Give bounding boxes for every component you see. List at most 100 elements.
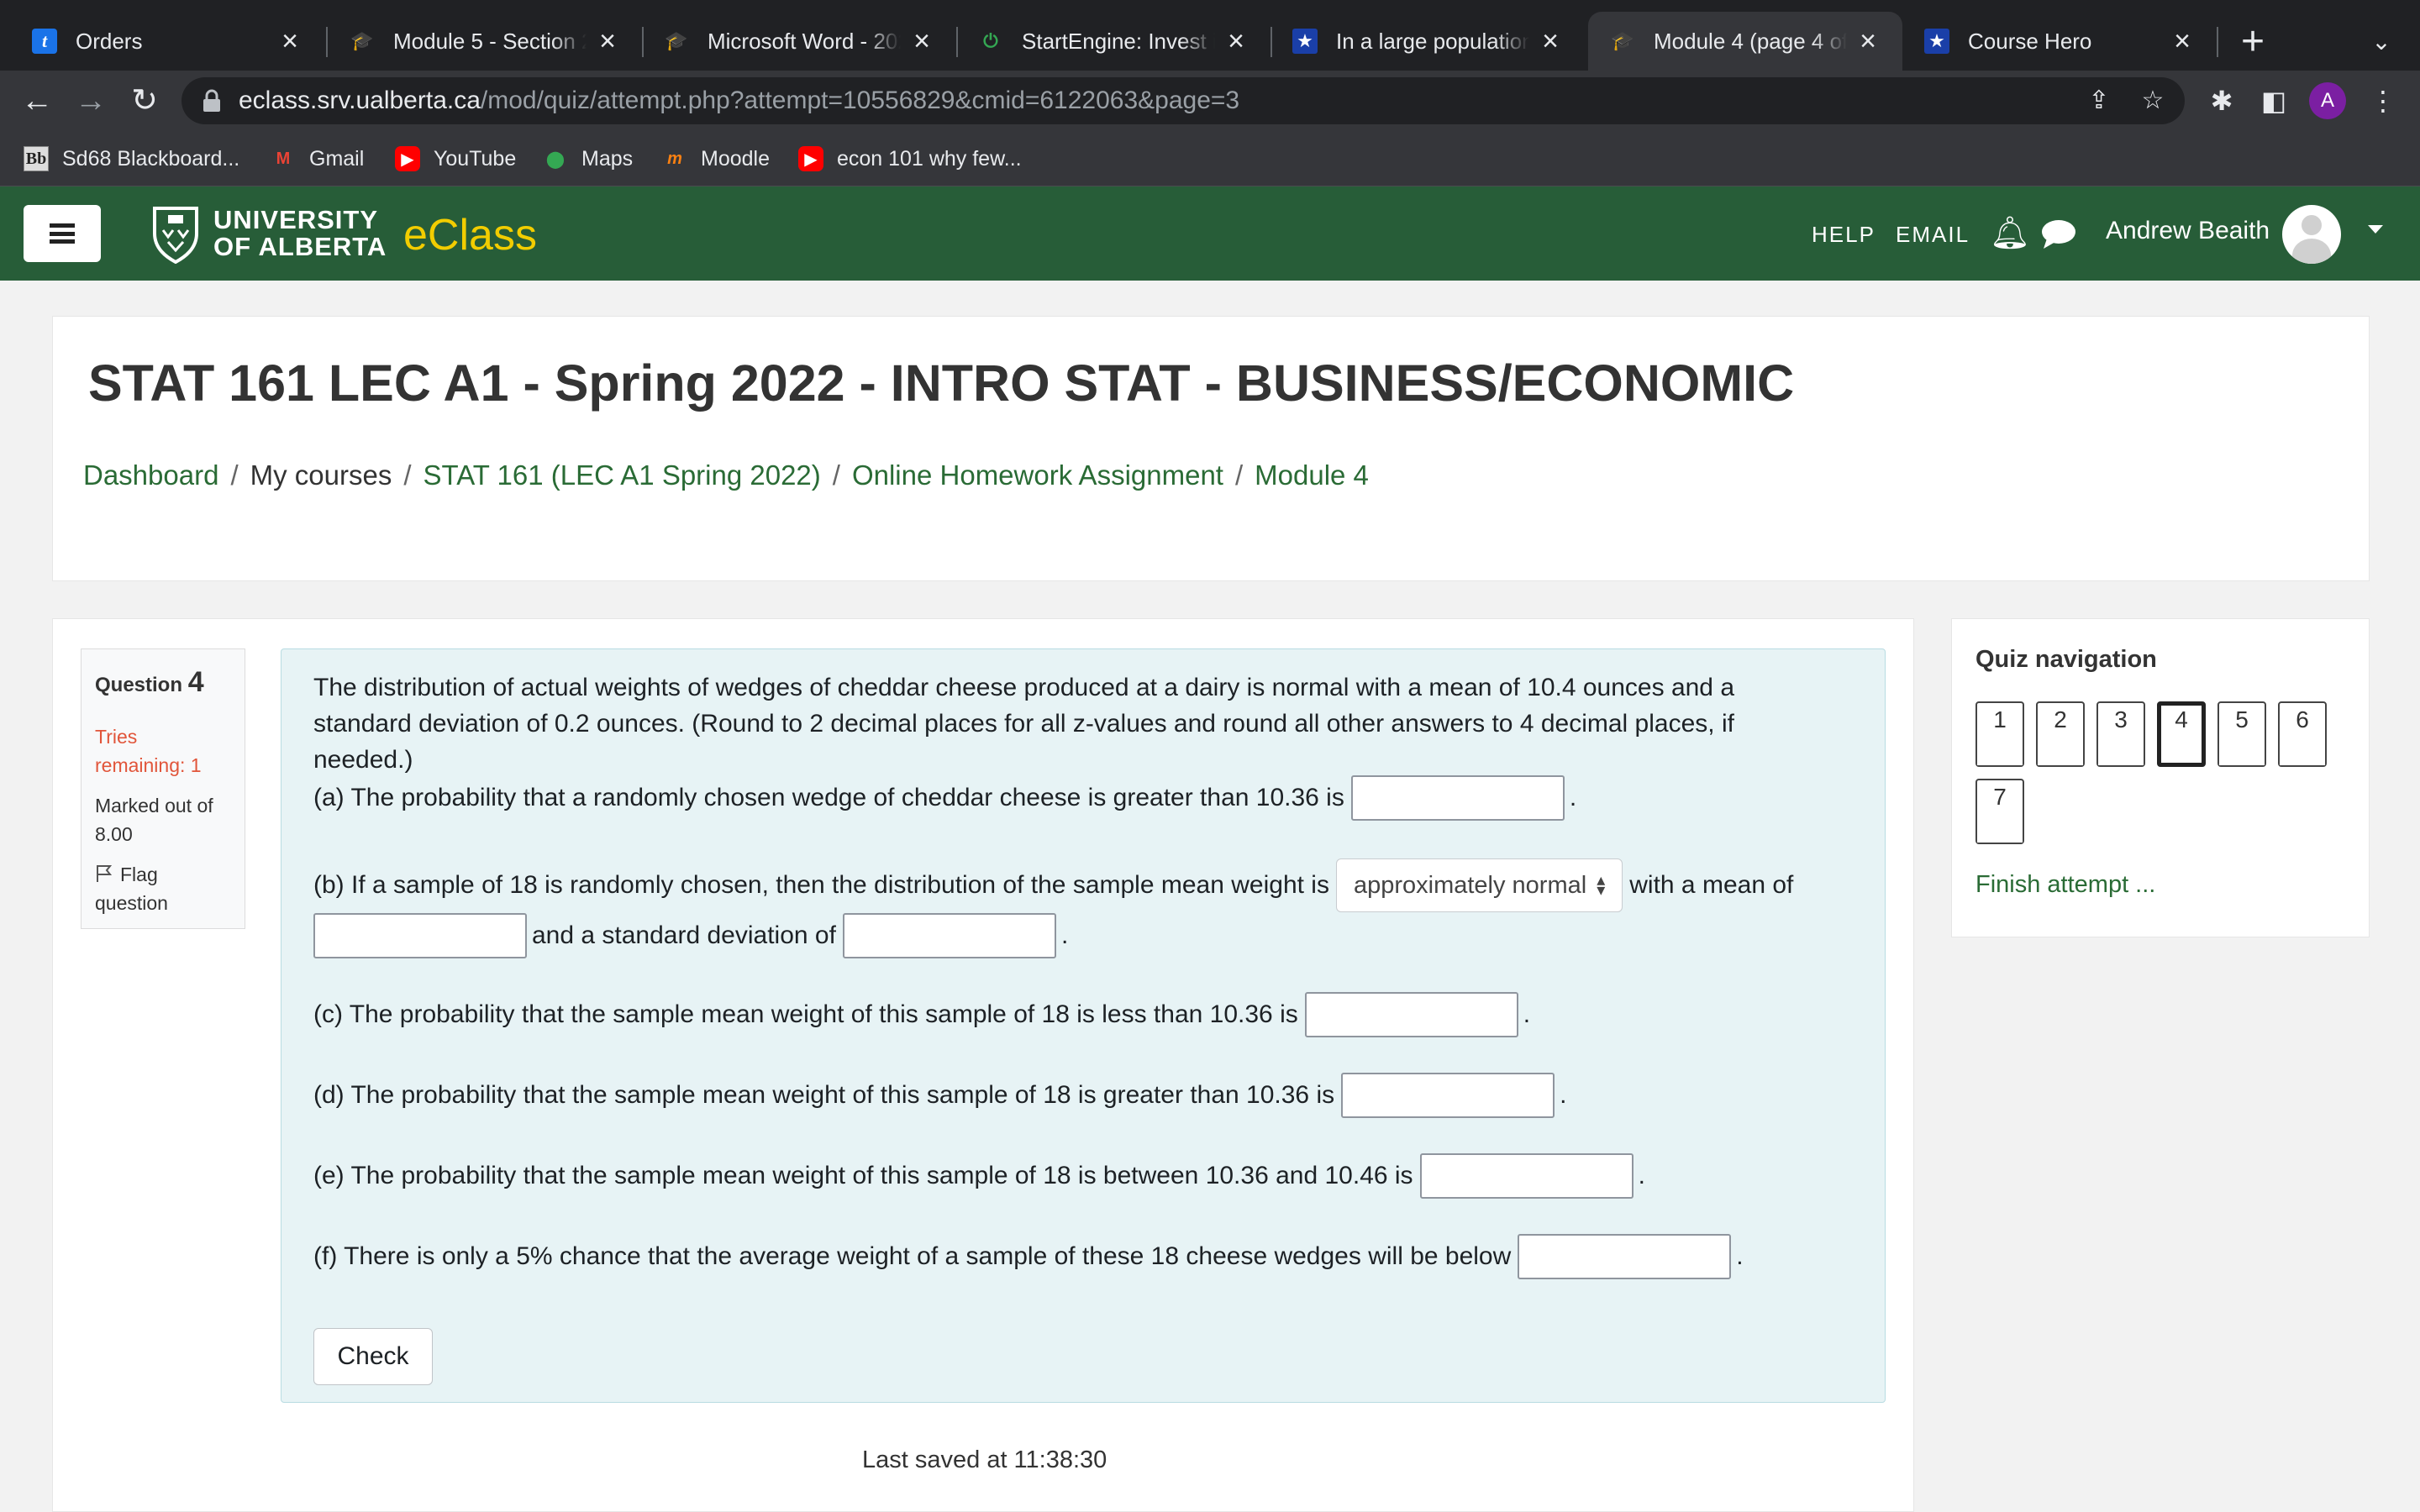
chat-bubble-icon <box>2042 220 2075 249</box>
tab-module-5[interactable]: 🎓 Module 5 - Section 2 × <box>328 12 642 71</box>
share-icon[interactable]: ⇪ <box>2084 86 2114 116</box>
browser-toolbar: ← → ↻ eclass.srv.ualberta.ca/mod/quiz/at… <box>0 71 2420 131</box>
question-info-panel: Question 4 Tries remaining: 1 Marked out… <box>81 648 245 929</box>
quiz-nav-question-7[interactable]: 7 <box>1975 779 2024 844</box>
bookmark-youtube[interactable]: ▶ YouTube <box>395 131 516 186</box>
answer-d-input[interactable] <box>1341 1073 1555 1118</box>
breadcrumb-my-courses: My courses <box>250 459 392 491</box>
answer-a-input[interactable] <box>1350 775 1565 821</box>
close-tab-icon[interactable]: × <box>1223 27 1249 55</box>
breadcrumb-course[interactable]: STAT 161 (LEC A1 Spring 2022) <box>424 459 821 491</box>
extensions-puzzle-icon[interactable]: ✱ <box>2203 82 2240 119</box>
answer-e-input[interactable] <box>1419 1153 1634 1199</box>
breadcrumb-dashboard[interactable]: Dashboard <box>83 459 218 491</box>
answer-c-input[interactable] <box>1304 992 1518 1037</box>
part-b-line-2: and a standard deviation of . <box>313 913 1068 958</box>
notification-bell-icon[interactable]: 🔔︎ <box>1990 215 2030 252</box>
tab-title: Microsoft Word - 202 <box>708 28 901 54</box>
distribution-select[interactable]: approximately normal ▴ ▾ <box>1335 858 1623 912</box>
url-text[interactable]: eclass.srv.ualberta.ca/mod/quiz/attempt.… <box>239 77 1239 124</box>
eclass-logo-text[interactable]: eClass <box>403 212 537 259</box>
help-link[interactable]: HELP <box>1812 222 1876 248</box>
quiz-nav-question-4-current[interactable]: 4 <box>2157 701 2206 767</box>
marked-out-of: Marked out of 8.00 <box>95 795 213 845</box>
quiz-nav-question-2[interactable]: 2 <box>2036 701 2085 767</box>
tab-module-4-active[interactable]: 🎓 Module 4 (page 4 of 7 × <box>1588 12 1902 71</box>
hamburger-menu-button[interactable] <box>24 205 101 262</box>
part-a: (a) The probability that a randomly chos… <box>313 775 1576 821</box>
flag-icon <box>97 865 113 882</box>
tab-title: StartEngine: Invest in <box>1022 28 1215 54</box>
quiz-nav-question-5[interactable]: 5 <box>2217 701 2266 767</box>
bookmark-blackboard[interactable]: Bb Sd68 Blackboard... <box>24 131 239 186</box>
tab-search-chevron-icon[interactable]: ⌄ <box>2365 25 2398 59</box>
graduation-cap-icon: 🎓 <box>350 30 374 51</box>
close-tab-icon[interactable]: × <box>2170 27 2195 55</box>
forward-arrow-icon[interactable]: → <box>71 81 111 121</box>
star-icon: ★ <box>1292 29 1318 54</box>
close-tab-icon[interactable]: × <box>1538 27 1563 55</box>
user-name[interactable]: Andrew Beaith <box>2106 217 2270 245</box>
tries-remaining: Tries remaining: 1 <box>95 726 202 776</box>
star-icon: ★ <box>1924 29 1949 54</box>
close-tab-icon[interactable]: × <box>595 27 620 55</box>
tab-title: Course Hero <box>1968 28 2092 54</box>
answer-b-sd-input[interactable] <box>842 913 1056 958</box>
breadcrumb-module[interactable]: Module 4 <box>1255 459 1369 491</box>
more-menu-icon[interactable]: ⋮ <box>2365 82 2402 119</box>
avatar-head <box>2302 215 2322 235</box>
address-bar[interactable]: eclass.srv.ualberta.ca/mod/quiz/attempt.… <box>182 77 2185 124</box>
back-arrow-icon[interactable]: ← <box>17 81 57 121</box>
close-tab-icon[interactable]: × <box>909 27 934 55</box>
bookmark-label: Sd68 Blackboard... <box>62 146 240 171</box>
tumblr-t-icon: t <box>32 29 57 54</box>
bookmark-gmail[interactable]: M Gmail <box>271 131 365 186</box>
bookmark-moodle[interactable]: m Moodle <box>662 131 770 186</box>
tab-large-population[interactable]: ★ In a large population o × <box>1270 12 1585 71</box>
power-icon: ⏻ <box>983 30 998 51</box>
select-arrows-icon: ▴ ▾ <box>1597 871 1606 900</box>
tab-orders[interactable]: t Orders × <box>10 12 324 71</box>
quiz-nav-question-3[interactable]: 3 <box>2096 701 2145 767</box>
reload-icon[interactable]: ↻ <box>124 81 165 121</box>
profile-avatar[interactable]: A <box>2309 82 2346 119</box>
answer-b-mean-input[interactable] <box>313 913 527 958</box>
answer-f-input[interactable] <box>1518 1234 1732 1279</box>
bookmark-star-icon[interactable]: ☆ <box>2138 86 2168 116</box>
email-link[interactable]: EMAIL <box>1896 222 1970 248</box>
tab-title: Orders <box>76 28 143 54</box>
hamburger-icon <box>50 223 75 244</box>
tab-course-hero[interactable]: ★ Course Hero × <box>1902 12 2217 71</box>
side-panel-icon[interactable]: ◧ <box>2255 82 2292 119</box>
tab-microsoft-word[interactable]: 🎓 Microsoft Word - 202 × <box>642 12 956 71</box>
blackboard-icon: Bb <box>24 146 49 171</box>
user-avatar[interactable] <box>2282 205 2341 264</box>
close-tab-icon[interactable]: × <box>277 27 302 55</box>
check-button[interactable]: Check <box>313 1328 433 1385</box>
university-name[interactable]: UNIVERSITY OF ALBERTA <box>213 207 387 260</box>
lock-icon <box>203 89 220 112</box>
close-tab-icon[interactable]: × <box>1855 27 1881 55</box>
bookmark-label: Moodle <box>701 146 770 171</box>
graduation-cap-icon: 🎓 <box>665 30 688 51</box>
bookmark-maps[interactable]: ⬤ Maps <box>543 131 633 186</box>
breadcrumb-separator: / <box>1234 459 1244 491</box>
breadcrumb-assignment[interactable]: Online Homework Assignment <box>852 459 1223 491</box>
tab-startengine[interactable]: ⏻ StartEngine: Invest in × <box>956 12 1270 71</box>
university-crest-icon <box>153 207 198 264</box>
quiz-nav-question-6[interactable]: 6 <box>2278 701 2327 767</box>
last-saved-status: Last saved at 11:38:30 <box>862 1446 1107 1473</box>
gmail-icon: M <box>276 149 291 168</box>
breadcrumb-separator: / <box>403 459 412 491</box>
new-tab-plus-icon[interactable]: + <box>2232 18 2274 66</box>
finish-attempt-link[interactable]: Finish attempt ... <box>1975 871 2155 899</box>
youtube-icon: ▶ <box>395 146 420 171</box>
messages-chat-icon[interactable] <box>2040 215 2077 252</box>
flag-question-link[interactable]: Flag question <box>95 860 231 917</box>
bookmarks-bar: Bb Sd68 Blackboard... M Gmail ▶ YouTube … <box>0 131 2420 186</box>
tab-separator <box>2217 27 2218 57</box>
user-menu-caret-icon[interactable] <box>2368 225 2383 234</box>
bookmark-label: econ 101 why few... <box>837 146 1022 171</box>
bookmark-econ-101[interactable]: ▶ econ 101 why few... <box>798 131 1022 186</box>
quiz-nav-question-1[interactable]: 1 <box>1975 701 2024 767</box>
